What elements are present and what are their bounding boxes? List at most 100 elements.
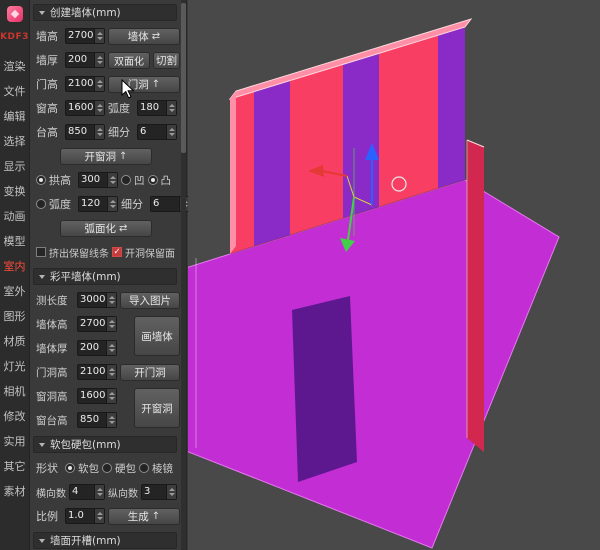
wall-stripe-1[interactable] [254,81,290,246]
sidebar-item-transform[interactable]: 变换 [4,179,26,204]
spinner-arrows[interactable] [106,317,116,331]
sidebar-item-material[interactable]: 材质 [4,329,26,354]
spinner-arrows[interactable] [106,413,116,427]
spin-down-icon[interactable] [97,37,103,40]
spin-down-icon[interactable] [109,421,115,424]
spin-down-icon[interactable] [97,109,103,112]
h-count-spinner[interactable]: 4 [69,484,105,500]
spin-up-icon[interactable] [109,320,115,323]
soft-radio[interactable] [65,463,75,473]
open-window-hole-button[interactable]: 开窗洞 ↑ [60,148,152,165]
door2-spinner[interactable]: 2100 [77,364,117,380]
spin-down-icon[interactable] [109,301,115,304]
spin-down-icon[interactable] [109,397,115,400]
sidebar-item-interior[interactable]: 室内 [4,254,26,279]
sidebar-item-light[interactable]: 灯光 [4,354,26,379]
right-wall[interactable] [467,140,484,452]
spin-up-icon[interactable] [169,488,175,491]
sidebar-item-asset[interactable]: 素材 [4,479,26,504]
wall-thickness2-spinner[interactable]: 200 [77,340,117,356]
spin-down-icon[interactable] [110,181,116,184]
spinner-arrows[interactable] [94,77,104,91]
ratio-spinner[interactable]: 1.0 [65,508,105,524]
spinner-arrows[interactable] [94,101,104,115]
generate-button[interactable]: 生成 ↑ [108,508,180,525]
sidebar-item-file[interactable]: 文件 [4,79,26,104]
sill-height-spinner[interactable]: 850 [65,124,105,140]
spinner-arrows[interactable] [94,509,104,523]
arc-spinner[interactable]: 180 [137,100,177,116]
keep-lines-checkbox[interactable] [36,247,46,257]
panel-scrollbar[interactable] [181,0,186,550]
spinner-arrows[interactable] [166,125,176,139]
window-height-spinner[interactable]: 1600 [65,100,105,116]
spin-up-icon[interactable] [97,488,103,491]
spinner-arrows[interactable] [94,125,104,139]
spin-up-icon[interactable] [109,296,115,299]
spinner-arrows[interactable] [94,485,104,499]
keep-faces-checkbox[interactable]: ✓ [112,247,122,257]
viewport[interactable] [188,0,600,550]
sidebar-item-edit[interactable]: 编辑 [4,104,26,129]
prism-radio[interactable] [139,463,149,473]
rollout-soft-pack[interactable]: 软包硬包(mm) [33,436,177,453]
v-count-spinner[interactable]: 3 [141,484,177,500]
window2-spinner[interactable]: 1600 [77,388,117,404]
spinner-arrows[interactable] [166,485,176,499]
subdiv-spinner[interactable]: 6 [137,124,177,140]
door-hole-button[interactable]: 门洞 ↑ [108,76,180,93]
sidebar-item-model[interactable]: 模型 [4,229,26,254]
open-window2-button[interactable]: 开窗洞 [134,388,180,428]
wall-height-spinner[interactable]: 2700 [65,28,105,44]
sidebar-item-modify[interactable]: 修改 [4,404,26,429]
draw-wall-button[interactable]: 画墙体 [134,316,180,356]
spin-down-icon[interactable] [110,205,116,208]
import-image-button[interactable]: 导入图片 [120,292,180,309]
wall-thickness-spinner[interactable]: 200 [65,52,105,68]
wall-body-button[interactable]: 墙体 ⇄ [108,28,180,45]
spin-up-icon[interactable] [110,200,116,203]
spin-down-icon[interactable] [97,493,103,496]
spin-down-icon[interactable] [109,349,115,352]
spin-down-icon[interactable] [97,61,103,64]
spin-down-icon[interactable] [97,85,103,88]
wall-stripe-2[interactable] [343,53,379,218]
spin-up-icon[interactable] [109,416,115,419]
sidebar-item-animation[interactable]: 动画 [4,204,26,229]
3d-scene-canvas[interactable] [188,0,600,550]
spinner-arrows[interactable] [94,29,104,43]
spin-down-icon[interactable] [169,109,175,112]
spinner-arrows[interactable] [106,341,116,355]
sill2-spinner[interactable]: 850 [77,412,117,428]
spinner-arrows[interactable] [166,101,176,115]
arc-face-button[interactable]: 弧面化 ⇄ [60,220,152,237]
convex-radio[interactable] [148,175,158,185]
spin-up-icon[interactable] [97,512,103,515]
door-height-spinner[interactable]: 2100 [65,76,105,92]
spin-up-icon[interactable] [169,128,175,131]
spin-up-icon[interactable] [109,344,115,347]
arc2-radio[interactable] [36,199,46,209]
sidebar-item-camera[interactable]: 相机 [4,379,26,404]
sidebar-item-exterior[interactable]: 室外 [4,279,26,304]
concave-radio[interactable] [121,175,131,185]
rollout-color-wall[interactable]: 彩平墙体(mm) [33,268,177,285]
arc2-spinner[interactable]: 120 [78,196,118,212]
spinner-arrows[interactable] [106,389,116,403]
door-opening[interactable] [292,296,357,482]
hard-radio[interactable] [102,463,112,473]
sidebar-item-shape[interactable]: 图形 [4,304,26,329]
sidebar-item-select[interactable]: 选择 [4,129,26,154]
spin-down-icon[interactable] [109,325,115,328]
sidebar-item-utility[interactable]: 实用 [4,429,26,454]
wall-height2-spinner[interactable]: 2700 [77,316,117,332]
panel-scrollbar-thumb[interactable] [181,3,186,153]
spin-up-icon[interactable] [97,128,103,131]
wall-stripe-3[interactable] [438,27,465,188]
spin-down-icon[interactable] [169,133,175,136]
spin-up-icon[interactable] [97,80,103,83]
arch-radio[interactable] [36,175,46,185]
spinner-arrows[interactable] [106,293,116,307]
spin-up-icon[interactable] [109,368,115,371]
spin-up-icon[interactable] [109,392,115,395]
